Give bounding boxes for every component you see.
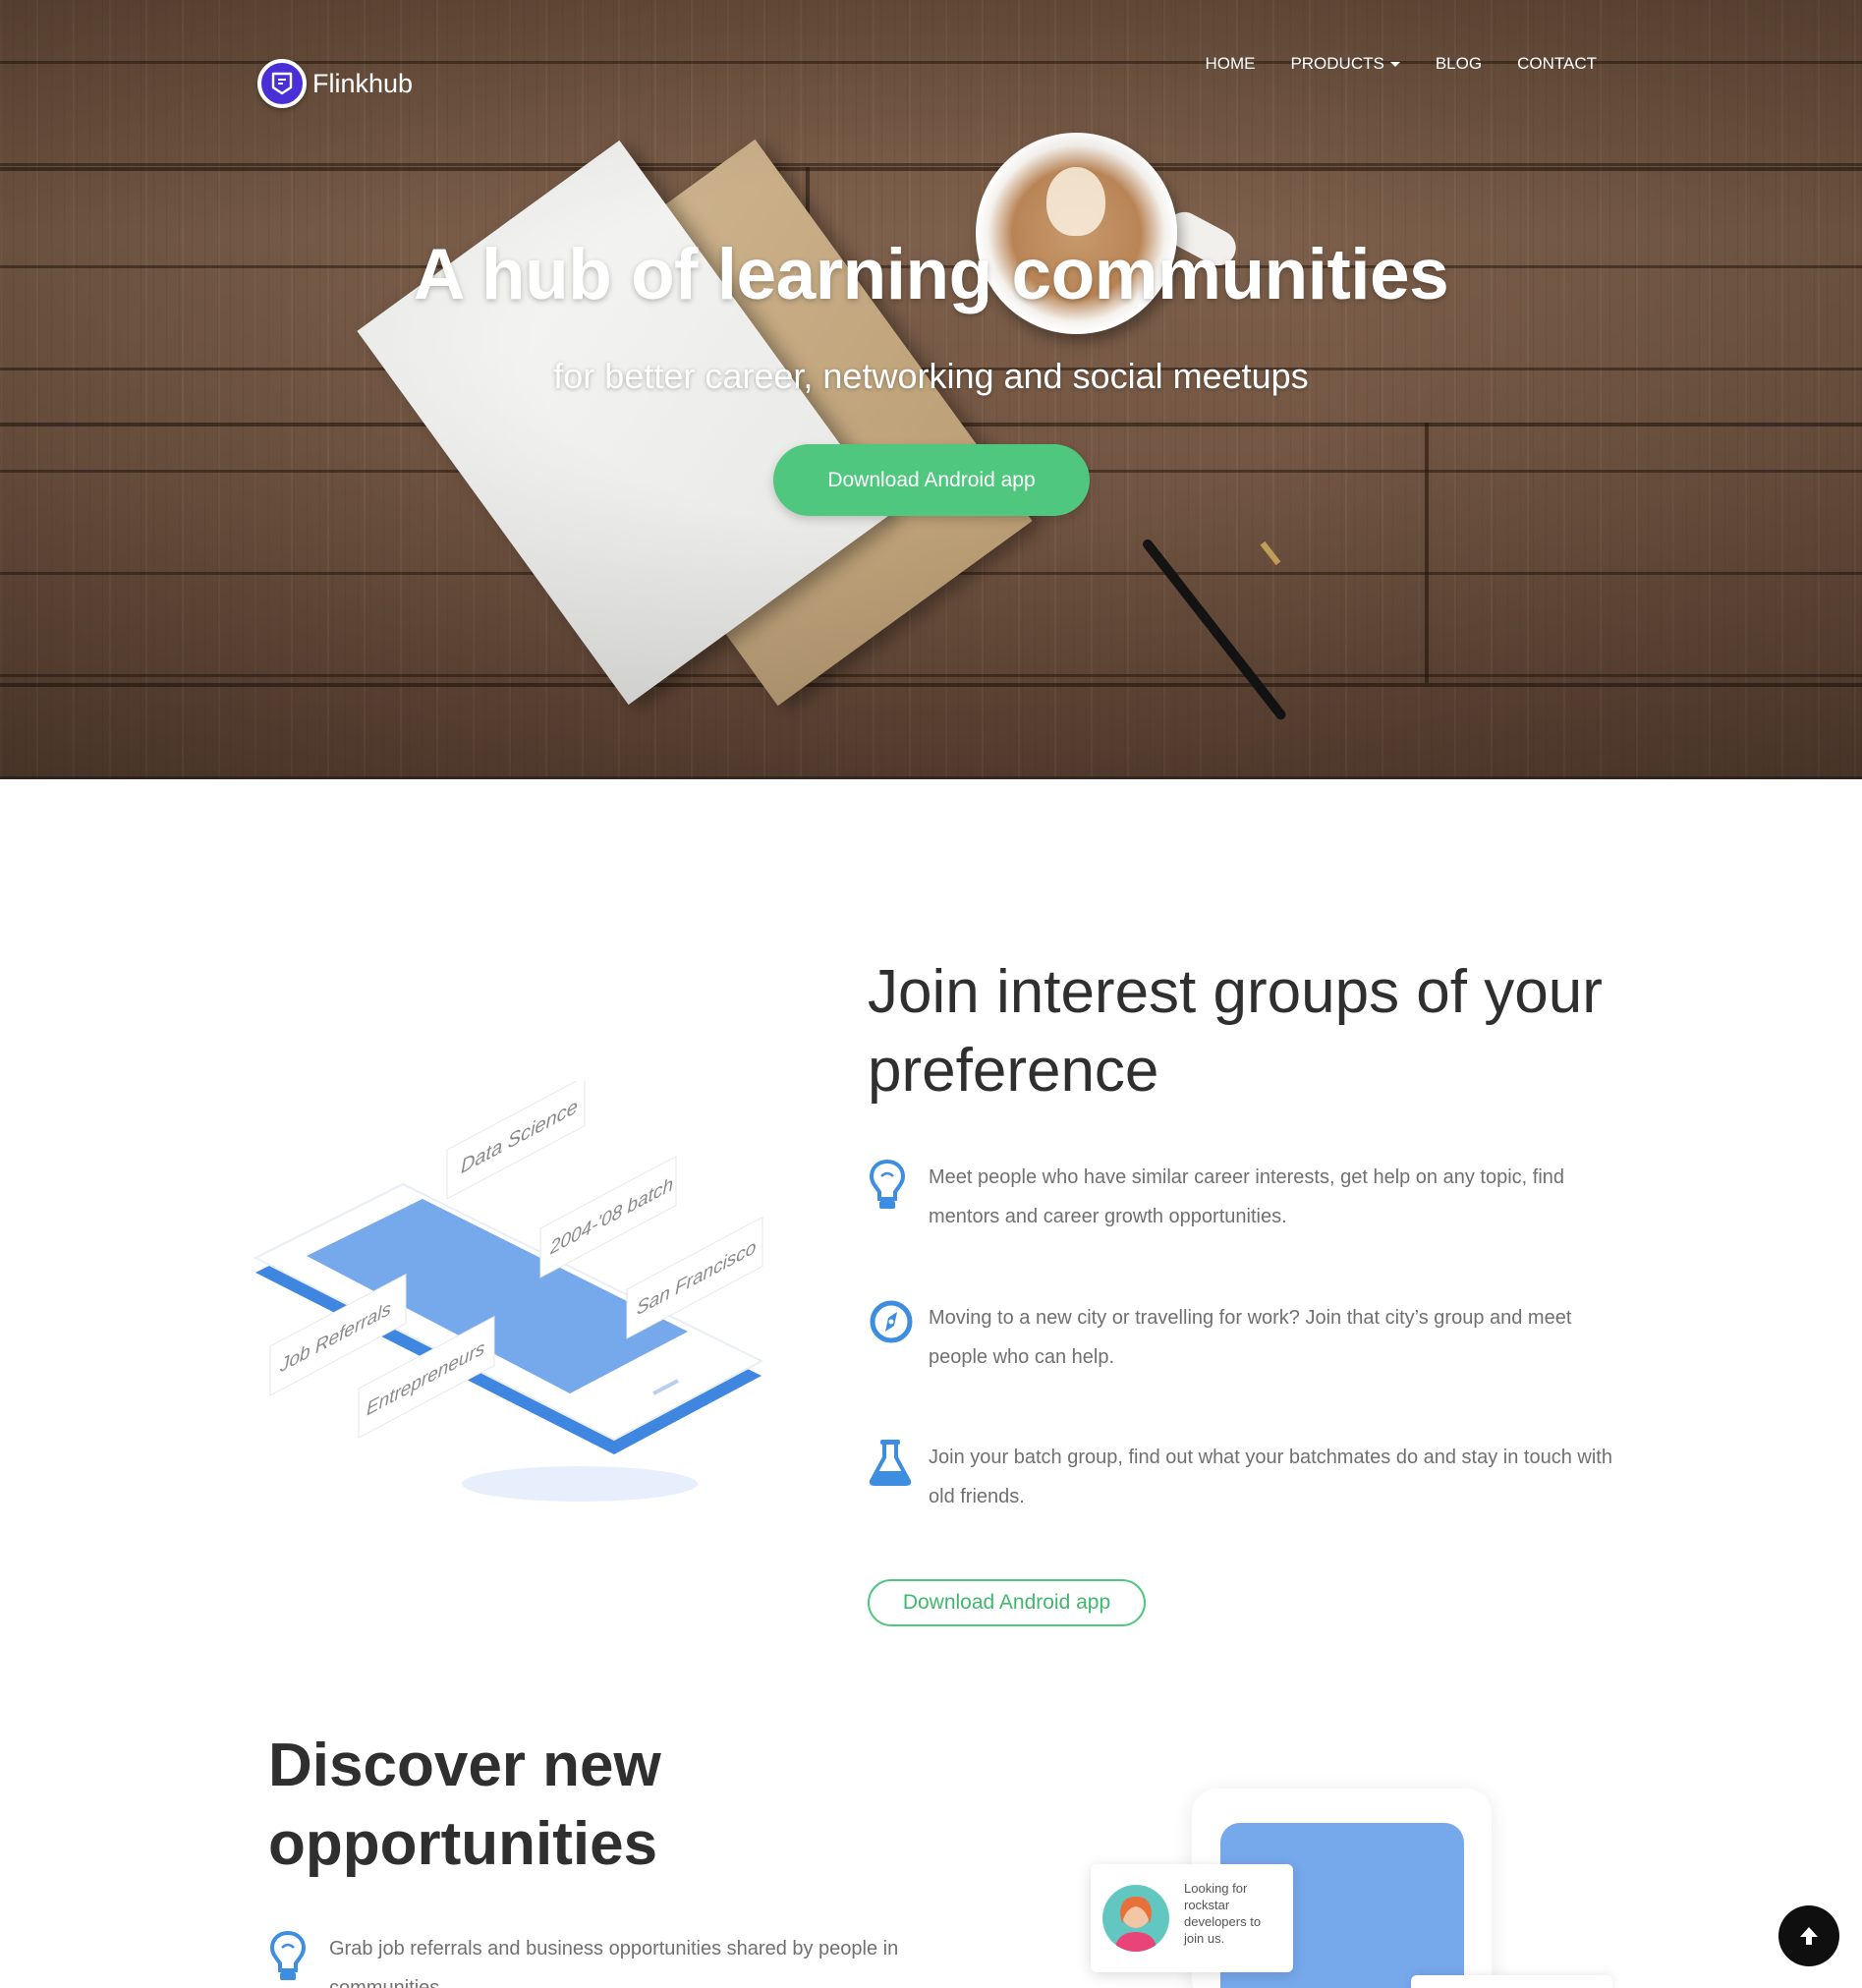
- nav-home[interactable]: HOME: [1187, 54, 1272, 74]
- tag-data-science: Data Science: [446, 1081, 586, 1200]
- lightbulb-icon: [868, 1158, 929, 1236]
- interest-groups-title: Join interest groups of your preference: [868, 958, 1603, 1105]
- chat-message-text: Looking for rockstar developers to join …: [1184, 1881, 1262, 1946]
- tag-san-francisco: San Francisco: [626, 1216, 763, 1339]
- compass-icon: [868, 1298, 929, 1377]
- nav-contact[interactable]: CONTACT: [1499, 54, 1614, 74]
- feature-career-interests: Meet people who have similar career inte…: [868, 1158, 1614, 1236]
- brand-name: Flinkhub: [312, 68, 414, 98]
- tag-batch: 2004-'08 batch: [539, 1155, 677, 1278]
- hero-title: A hub of learning communities: [413, 235, 1449, 314]
- download-android-outline-button[interactable]: Download Android app: [868, 1579, 1146, 1626]
- feature-city-text: Moving to a new city or travelling for w…: [929, 1307, 1572, 1368]
- download-android-button[interactable]: Download Android app: [773, 444, 1090, 516]
- interest-groups-illustration: Data Science 2004-'08 batch San Francisc…: [253, 1081, 764, 1502]
- chat-card-secondary: [1411, 1975, 1612, 1988]
- flask-icon: [868, 1438, 929, 1516]
- feature-referrals: Grab job referrals and business opportun…: [268, 1929, 1015, 1988]
- lightbulb-icon: [268, 1929, 329, 1988]
- feature-city-groups: Moving to a new city or travelling for w…: [868, 1298, 1614, 1377]
- brand-logo[interactable]: Flinkhub: [257, 59, 413, 108]
- nav-contact-label: CONTACT: [1517, 54, 1597, 73]
- avatar: [1102, 1885, 1169, 1952]
- nav-products-label: PRODUCTS: [1290, 54, 1384, 73]
- phone-shadow: [462, 1466, 698, 1502]
- opportunities-title: Discover new opportunities: [268, 1732, 661, 1878]
- arrow-up-icon: [1800, 1927, 1818, 1945]
- feature-batch-groups: Join your batch group, find out what you…: [868, 1438, 1614, 1516]
- nav-home-label: HOME: [1205, 54, 1256, 73]
- nav-blog[interactable]: BLOG: [1418, 54, 1499, 74]
- hero-section: Flinkhub HOME PRODUCTS BLOG CONTACT A hu…: [0, 0, 1862, 779]
- caret-down-icon: [1389, 61, 1400, 67]
- chat-bubble-icon: [257, 59, 307, 108]
- feature-career-text: Meet people who have similar career inte…: [929, 1166, 1565, 1227]
- hero-subtitle: for better career, networking and social…: [553, 356, 1309, 396]
- navbar: Flinkhub HOME PRODUCTS BLOG CONTACT: [0, 0, 1862, 138]
- feature-batch-text: Join your batch group, find out what you…: [929, 1447, 1612, 1507]
- main-nav: HOME PRODUCTS BLOG CONTACT: [1187, 54, 1614, 74]
- nav-blog-label: BLOG: [1435, 54, 1483, 73]
- feature-referrals-text: Grab job referrals and business opportun…: [329, 1938, 899, 1988]
- scroll-to-top-button[interactable]: [1778, 1905, 1839, 1966]
- nav-products[interactable]: PRODUCTS: [1272, 54, 1417, 74]
